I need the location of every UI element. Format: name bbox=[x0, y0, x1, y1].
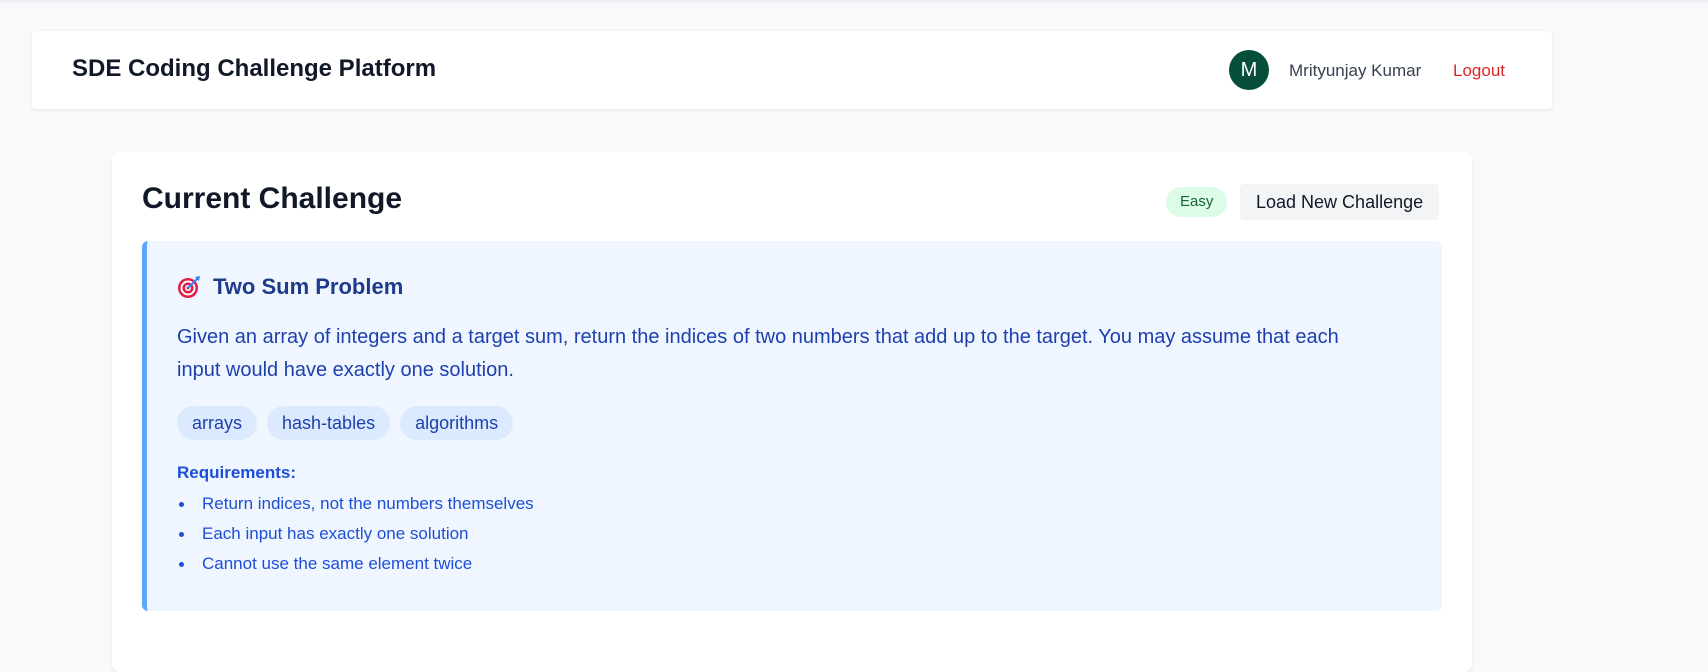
target-icon bbox=[178, 276, 200, 298]
logout-link[interactable]: Logout bbox=[1453, 61, 1505, 81]
user-name: Mrityunjay Kumar bbox=[1289, 61, 1422, 80]
problem-title: Two Sum Problem bbox=[213, 274, 404, 299]
top-border bbox=[0, 0, 1708, 3]
requirement-item: Each input has exactly one solution bbox=[177, 519, 534, 549]
tag-algorithms: algorithms bbox=[400, 406, 514, 440]
requirements-label: Requirements: bbox=[177, 463, 297, 482]
tag-arrays: arrays bbox=[177, 406, 258, 440]
app-header: SDE Coding Challenge Platform M Mrityunj… bbox=[32, 31, 1552, 109]
requirements-list: Return indices, not the numbers themselv… bbox=[177, 489, 534, 579]
problem-description: Given an array of integers and a target … bbox=[177, 326, 1339, 381]
app-title: SDE Coding Challenge Platform bbox=[72, 55, 437, 82]
load-new-challenge-button[interactable]: Load New Challenge bbox=[1240, 184, 1440, 220]
difficulty-badge: Easy bbox=[1166, 187, 1228, 217]
requirement-item: Cannot use the same element twice bbox=[177, 549, 534, 579]
section-title: Current Challenge bbox=[142, 182, 403, 215]
tag-hash-tables: hash-tables bbox=[267, 406, 391, 440]
requirement-item: Return indices, not the numbers themselv… bbox=[177, 489, 534, 519]
user-avatar[interactable]: M bbox=[1229, 50, 1269, 90]
challenge-card: Current Challenge Easy Load New Challeng… bbox=[112, 152, 1472, 672]
problem-header: Two Sum Problem bbox=[177, 274, 403, 300]
tag-list: arrays hash-tables algorithms bbox=[177, 406, 514, 440]
problem-panel: Two Sum Problem Given an array of intege… bbox=[142, 241, 1442, 611]
